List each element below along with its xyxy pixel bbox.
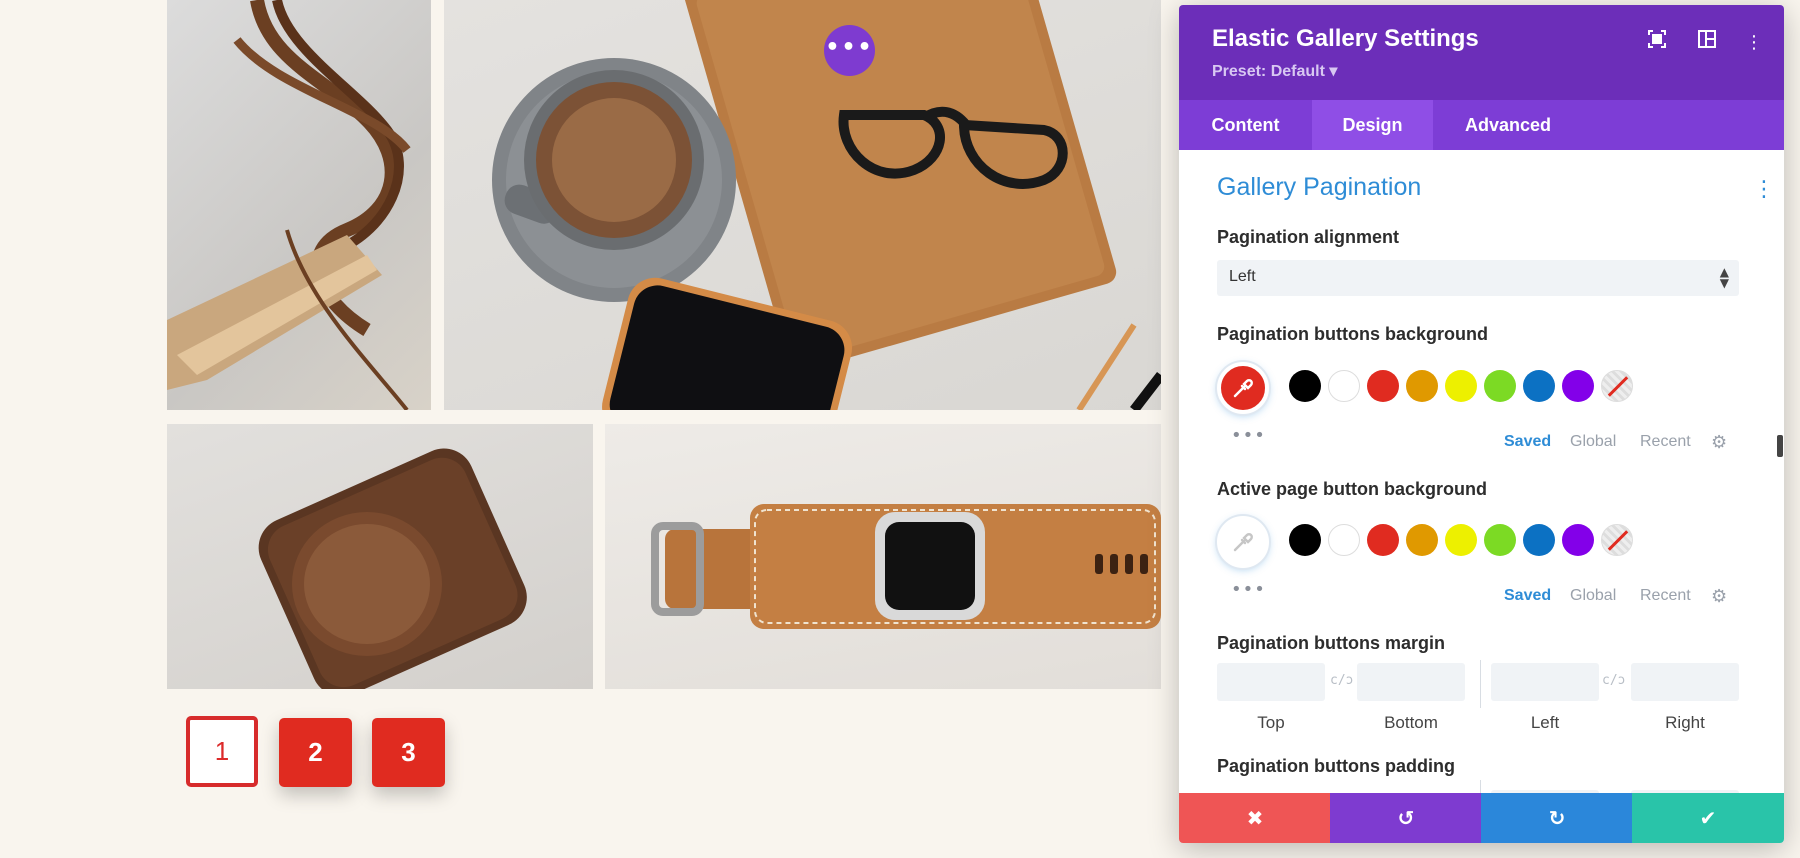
color-tab-saved[interactable]: Saved xyxy=(1504,433,1551,451)
pagination-page-3[interactable]: 3 xyxy=(372,718,445,787)
margin-top-label: Top xyxy=(1257,713,1285,732)
margin-bottom-label: Bottom xyxy=(1384,713,1438,732)
panel-header[interactable]: Elastic Gallery Settings Preset: Default… xyxy=(1179,5,1784,100)
select-arrows-icon: ▲ ▼ xyxy=(1719,265,1729,290)
leather-laces-photo[interactable] xyxy=(167,0,431,410)
swatch-black[interactable] xyxy=(1289,524,1321,556)
link-icon[interactable]: c/ɔ xyxy=(1602,673,1625,688)
gear-icon[interactable]: ⚙ xyxy=(1711,432,1727,453)
section-menu-icon[interactable]: ⋮ xyxy=(1753,177,1775,202)
swatch-green[interactable] xyxy=(1484,524,1516,556)
swatch-yellow[interactable] xyxy=(1445,524,1477,556)
color-tab-global[interactable]: Global xyxy=(1570,433,1616,451)
redo-icon[interactable]: ↻ xyxy=(1481,793,1633,843)
check-icon[interactable]: ✔ xyxy=(1632,793,1784,843)
panel-footer: ✖ ↺ ↻ ✔ xyxy=(1179,793,1784,843)
margin-left-input[interactable] xyxy=(1491,663,1599,701)
color-tab-recent[interactable]: Recent xyxy=(1640,587,1691,605)
eyedropper-icon[interactable] xyxy=(1217,362,1269,414)
margin-top-input[interactable] xyxy=(1217,663,1325,701)
swatch-orange[interactable] xyxy=(1406,524,1438,556)
kebab-menu-icon[interactable]: ⋮ xyxy=(1741,30,1767,56)
pagination-page-2[interactable]: 2 xyxy=(279,718,352,787)
coffee-notebook-glasses-photo[interactable] xyxy=(444,0,1161,410)
swatch-orange[interactable] xyxy=(1406,370,1438,402)
swatch-red[interactable] xyxy=(1367,370,1399,402)
alignment-label: Pagination alignment xyxy=(1217,227,1400,247)
color-tab-saved[interactable]: Saved xyxy=(1504,587,1551,605)
pagination-page-1[interactable]: 1 xyxy=(186,716,258,787)
color-tab-recent[interactable]: Recent xyxy=(1640,433,1691,451)
section-title[interactable]: Gallery Pagination xyxy=(1217,173,1421,202)
swatch-green[interactable] xyxy=(1484,370,1516,402)
swatch-blue[interactable] xyxy=(1523,370,1555,402)
margin-right-input[interactable] xyxy=(1631,663,1739,701)
margin-bottom-input[interactable] xyxy=(1357,663,1465,701)
swatch-purple[interactable] xyxy=(1562,370,1594,402)
leather-watch-strap-photo[interactable] xyxy=(605,424,1161,689)
swatch-white[interactable] xyxy=(1328,524,1360,556)
swatch-blue[interactable] xyxy=(1523,524,1555,556)
active-background-label: Active page button background xyxy=(1217,479,1488,499)
tab-content[interactable]: Content xyxy=(1179,100,1312,150)
swatch-transparent[interactable] xyxy=(1601,524,1633,556)
padding-label: Pagination buttons padding xyxy=(1217,756,1455,776)
swatch-transparent[interactable] xyxy=(1601,370,1633,402)
swatch-black[interactable] xyxy=(1289,370,1321,402)
margin-label: Pagination buttons margin xyxy=(1217,633,1445,653)
margin-right-label: Right xyxy=(1665,713,1705,732)
margin-left-label: Left xyxy=(1530,713,1560,732)
divider xyxy=(1480,660,1481,708)
swatch-red[interactable] xyxy=(1367,524,1399,556)
swatch-yellow[interactable] xyxy=(1445,370,1477,402)
alignment-value: Left xyxy=(1229,268,1256,285)
more-options-icon[interactable]: ••• xyxy=(1231,579,1266,600)
buttons-background-label: Pagination buttons background xyxy=(1217,324,1488,344)
undo-icon[interactable]: ↺ xyxy=(1330,793,1482,843)
leather-camera-case-photo[interactable] xyxy=(167,424,593,689)
alignment-select[interactable]: Left ▲ ▼ xyxy=(1217,260,1739,296)
split-view-icon[interactable] xyxy=(1694,30,1720,56)
panel-scrollbar[interactable] xyxy=(1777,435,1783,457)
swatch-purple[interactable] xyxy=(1562,524,1594,556)
panel-title: Elastic Gallery Settings xyxy=(1212,25,1479,52)
more-options-icon[interactable]: ••• xyxy=(1231,425,1266,446)
expand-icon[interactable] xyxy=(1644,30,1670,56)
tab-design[interactable]: Design xyxy=(1312,100,1433,150)
eyedropper-icon[interactable] xyxy=(1217,516,1269,568)
panel-tabs: Content Design Advanced xyxy=(1179,100,1784,150)
swatch-white[interactable] xyxy=(1328,370,1360,402)
preset-dropdown[interactable]: Preset: Default ▾ xyxy=(1212,61,1337,81)
more-horizontal-icon[interactable]: ••• xyxy=(824,25,875,76)
gear-icon[interactable]: ⚙ xyxy=(1711,586,1727,607)
link-icon[interactable]: c/ɔ xyxy=(1330,673,1353,688)
close-icon[interactable]: ✖ xyxy=(1179,793,1331,843)
color-tab-global[interactable]: Global xyxy=(1570,587,1616,605)
settings-panel: Elastic Gallery Settings Preset: Default… xyxy=(1179,5,1784,843)
tab-advanced[interactable]: Advanced xyxy=(1433,100,1583,150)
